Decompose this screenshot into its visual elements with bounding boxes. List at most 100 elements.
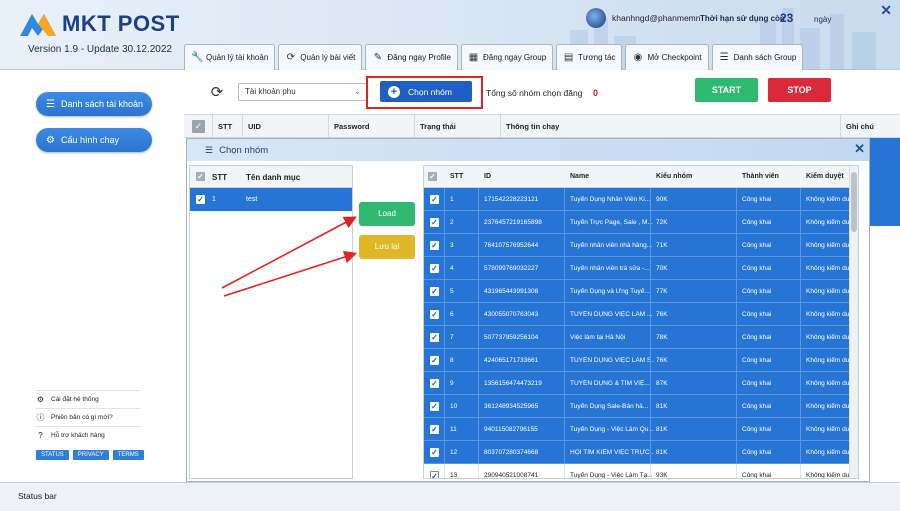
refresh-icon[interactable]: ⟳ xyxy=(208,84,226,102)
wrench-icon: 🔧 xyxy=(191,52,204,63)
category-row[interactable]: ✓ 1 test xyxy=(190,188,352,211)
cell-type: Công khai xyxy=(742,311,772,318)
col-status[interactable]: Trạng thái xyxy=(420,122,456,131)
cell-stt: 1 xyxy=(450,196,454,203)
close-icon[interactable]: ✕ xyxy=(854,141,865,157)
choose-group-button[interactable]: + Chọn nhóm xyxy=(380,81,472,102)
tab-account-management[interactable]: 🔧 Quản lý tài khoản xyxy=(184,44,276,70)
cell-members: 81K xyxy=(656,449,668,456)
tab-label: Mở Checkpoint xyxy=(647,53,702,62)
stop-button[interactable]: STOP xyxy=(768,78,831,102)
choose-group-dialog: ☰ Chọn nhóm ✕ ✓ STT Tên danh mục ✓ 1 tes… xyxy=(186,138,870,482)
row-checkbox[interactable]: ✓ xyxy=(430,287,439,296)
account-list-button[interactable]: ☰ Danh sách tài khoản xyxy=(36,92,152,116)
select-all-checkbox[interactable]: ✓ xyxy=(192,120,205,133)
group-row[interactable]: ✓ 2 2376457219165898 Tuyển Trực Page, Sale … xyxy=(424,211,858,234)
save-button[interactable]: Lưu lại xyxy=(359,235,415,259)
col-password[interactable]: Password xyxy=(334,122,369,131)
col-members[interactable]: Thành viên xyxy=(742,173,779,180)
col-note[interactable]: Ghi chú xyxy=(846,122,874,131)
scrollbar[interactable] xyxy=(849,166,858,478)
group-row[interactable]: ✓ 12 803707280374668 HỘI TÌM KIẾM VIỆC TRỰC… xyxy=(424,441,858,464)
row-checkbox[interactable]: ✓ xyxy=(430,356,439,365)
group-row[interactable]: ✓ 10 361248934525965 Tuyển Dụng Sale-Bán hà… xyxy=(424,395,858,418)
select-all-checkbox[interactable]: ✓ xyxy=(428,172,437,181)
start-button[interactable]: START xyxy=(695,78,758,102)
group-row[interactable]: ✓ 7 507737959256104 Việc làm tại Hà Nội 78K C… xyxy=(424,326,858,349)
row-checkbox[interactable]: ✓ xyxy=(430,241,439,250)
col-id[interactable]: ID xyxy=(484,173,491,180)
row-checkbox[interactable]: ✓ xyxy=(430,264,439,273)
col-uid[interactable]: UID xyxy=(248,122,261,131)
username: khanhngd@phanmemn xyxy=(612,13,701,23)
row-checkbox[interactable]: ✓ xyxy=(196,195,205,204)
cell-id: 1356156474473219 xyxy=(484,380,542,387)
load-button[interactable]: Load xyxy=(359,202,415,226)
group-row[interactable]: ✓ 4 578099769032227 Tuyển nhân viên trà sữa… xyxy=(424,257,858,280)
cell-name: Tuyển Dụng Nhân Viên Ki... xyxy=(570,196,651,203)
row-checkbox[interactable]: ✓ xyxy=(430,425,439,434)
account-type-select[interactable]: Tài khoản phụ ⌄ xyxy=(238,83,368,101)
cell-name: HỘI TÌM KIẾM VIỆC TRỰC... xyxy=(570,449,654,456)
cell-type: Công khai xyxy=(742,242,772,249)
row-stt: 1 xyxy=(212,196,216,203)
row-checkbox[interactable]: ✓ xyxy=(430,471,439,478)
row-checkbox[interactable]: ✓ xyxy=(430,310,439,319)
group-row[interactable]: ✓ 1 171542228223121 Tuyển Dụng Nhân Viên Ki… xyxy=(424,188,858,211)
scrollbar-thumb[interactable] xyxy=(851,172,857,232)
customer-support-link[interactable]: ? Hỗ trợ khách hàng xyxy=(36,426,140,444)
run-config-button[interactable]: ⚙ Cấu hình chạy xyxy=(36,128,152,152)
cell-name: Tuyển Dụng Sale-Bán hà... xyxy=(570,403,649,410)
version-label: Version 1.9 - Update 30.12.2022 xyxy=(28,44,172,55)
group-row[interactable]: ✓ 11 940115082796155 Tuyển Dụng - Việc Làm … xyxy=(424,418,858,441)
status-link[interactable]: STATUS xyxy=(36,450,69,460)
group-row[interactable]: ✓ 9 1356156474473219 TUYỂN DỤNG & TÌM VIỆ..… xyxy=(424,372,858,395)
cell-type: Công khai xyxy=(742,403,772,410)
system-settings-link[interactable]: ⚙ Cài đặt hệ thống xyxy=(36,390,140,408)
group-row[interactable]: ✓ 6 430055070763043 TUYỂN DỤNG VIỆC LÀM ...… xyxy=(424,303,858,326)
col-stt[interactable]: STT xyxy=(218,122,232,131)
tab-open-checkpoint[interactable]: ◉ Mở Checkpoint xyxy=(625,44,709,70)
cell-stt: 13 xyxy=(450,472,458,479)
tab-post-group[interactable]: ▦ Đăng ngay Group xyxy=(461,44,554,70)
total-groups-label: Tổng số nhóm chọn đăng xyxy=(486,88,583,98)
cell-id: 764107576952644 xyxy=(484,242,539,249)
tab-interaction[interactable]: ▤ Tương tác xyxy=(556,44,623,70)
col-name[interactable]: Name xyxy=(570,173,589,180)
list-icon: ☰ xyxy=(205,144,214,155)
col-run-info[interactable]: Thông tin chạy xyxy=(506,122,559,131)
tab-post-profile[interactable]: ✎ Đăng ngay Profile xyxy=(365,44,458,70)
row-checkbox[interactable]: ✓ xyxy=(430,195,439,204)
col-stt[interactable]: STT xyxy=(450,173,463,180)
whats-new-link[interactable]: ⓘ Phiên bản có gì mới? xyxy=(36,408,140,426)
terms-link[interactable]: TERMS xyxy=(112,450,144,460)
cell-name: Tuyển Dụng - Việc Làm Tạ... xyxy=(570,472,653,479)
col-review[interactable]: Kiểm duyệt xyxy=(806,173,844,180)
logo-text: MKT POST xyxy=(62,11,180,36)
user-area[interactable]: khanhngd@phanmemn xyxy=(586,8,701,28)
row-checkbox[interactable]: ✓ xyxy=(430,379,439,388)
cell-members: 81K xyxy=(656,426,668,433)
help-icon: ? xyxy=(38,431,43,440)
cell-id: 803707280374668 xyxy=(484,449,539,456)
group-table-header: ✓ STT ID Name Kiểu nhóm Thành viên Kiểm … xyxy=(424,166,858,188)
expire-days: 23 xyxy=(780,11,794,25)
tab-post-management[interactable]: ⟳ Quản lý bài viết xyxy=(278,44,363,70)
group-row[interactable]: ✓ 8 424065171733661 TUYỂN DỤNG VIỆC LÀM S..… xyxy=(424,349,858,372)
row-checkbox[interactable]: ✓ xyxy=(430,218,439,227)
group-row[interactable]: ✓ 13 290940521008741 Tuyển Dụng - Việc Làm … xyxy=(424,464,858,479)
row-checkbox[interactable]: ✓ xyxy=(430,402,439,411)
dialog-title: Chọn nhóm xyxy=(219,144,269,156)
cell-type: Công khai xyxy=(742,265,772,272)
group-table: ✓ STT ID Name Kiểu nhóm Thành viên Kiểm … xyxy=(423,165,859,479)
group-row[interactable]: ✓ 3 764107576952644 Tuyển nhân viên nhà hàn… xyxy=(424,234,858,257)
group-row[interactable]: ✓ 5 431965443991308 Tuyển Dụng và Ứng Tuyể.… xyxy=(424,280,858,303)
close-icon[interactable]: ✕ xyxy=(880,2,892,19)
avatar[interactable] xyxy=(586,8,606,28)
row-checkbox[interactable]: ✓ xyxy=(430,448,439,457)
privacy-link[interactable]: PRIVACY xyxy=(72,450,109,460)
select-all-checkbox[interactable]: ✓ xyxy=(196,172,205,181)
tab-group-list[interactable]: ☰ Danh sách Group xyxy=(711,44,804,70)
col-group-type[interactable]: Kiểu nhóm xyxy=(656,173,692,180)
row-checkbox[interactable]: ✓ xyxy=(430,333,439,342)
